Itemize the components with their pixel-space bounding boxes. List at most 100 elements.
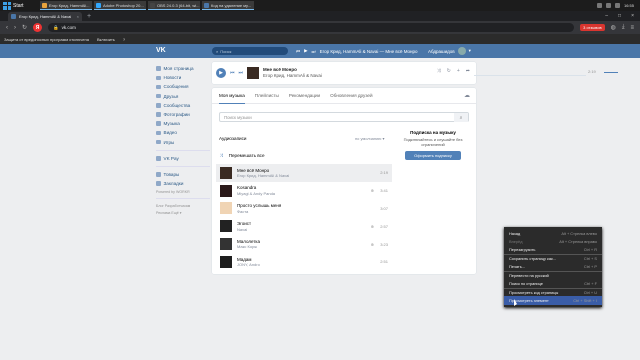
menu-item-shortcut: Ctrl + S [583, 256, 597, 262]
sidebar-item[interactable]: Фотографии [156, 110, 210, 119]
new-tab-button[interactable]: + [87, 13, 91, 20]
footer-links[interactable]: Реклама Ещё ▾ [156, 209, 210, 216]
promo-title: Подписка на музыку [410, 130, 456, 135]
maximize-icon[interactable]: □ [618, 13, 621, 19]
sidebar-item[interactable]: Музыка [156, 119, 210, 128]
context-menu-item[interactable]: Перевести на русский [504, 270, 602, 279]
prev-icon[interactable]: ⏮ [296, 49, 300, 54]
shuffle-icon[interactable]: ⤨ [437, 68, 441, 74]
track-row[interactable]: Kosandra Miyagi & Andy Panda ⊕ 3:41 [216, 182, 392, 200]
context-menu-item[interactable]: Назад Alt + Стрелка влево [504, 229, 602, 237]
next-icon[interactable]: ⏭ [239, 70, 244, 76]
track-row[interactable]: Малолетка Макс Корж ⊕ 3:23 [216, 235, 392, 253]
start-button[interactable]: Start [0, 0, 38, 11]
context-menu-item[interactable]: Просмотреть элемент Ctrl + Shift + I [504, 296, 602, 305]
sidebar-item[interactable]: Сообщества [156, 101, 210, 110]
vk-search-input[interactable]: ⌕ Поиск [212, 47, 288, 55]
sidebar-item-label: Новости [163, 75, 182, 81]
sidebar-item[interactable]: Сообщения [156, 82, 210, 91]
add-icon[interactable]: + [457, 68, 460, 74]
track-artist[interactable]: Фаста [237, 209, 281, 214]
context-menu-item[interactable]: Перезагрузить Ctrl + R [504, 246, 602, 254]
sidebar-item[interactable]: Товары [156, 170, 210, 179]
context-menu-item[interactable]: Просмотреть код страницы Ctrl + U [504, 287, 602, 296]
sidebar-item-label: Видео [163, 130, 177, 136]
taskbar-task[interactable]: OBS 24.0.3 (64-bit, wi... [148, 1, 200, 10]
rating-label: 3 отзывов [580, 24, 605, 31]
share-icon[interactable]: ➦ [466, 68, 470, 74]
close-tab-icon[interactable]: × [77, 14, 79, 19]
volume-slider[interactable] [604, 72, 618, 73]
sort-dropdown[interactable]: по умолчанию ▾ [355, 136, 384, 141]
track-row[interactable]: Просто услышь меня Фаста 3:07 [216, 200, 392, 218]
enable-protection-button[interactable]: Включить [97, 37, 115, 42]
clock[interactable]: 16:55 [624, 3, 634, 8]
tray-icon[interactable] [614, 3, 620, 8]
vk-logo[interactable]: VK [156, 47, 166, 54]
shuffle-all-button[interactable]: ⤨ Перемешать все [219, 150, 265, 160]
footer-links[interactable]: Блог Разработчикам [156, 202, 210, 209]
menu-item-shortcut: Ctrl + U [583, 289, 597, 295]
back-icon[interactable]: ‹ [6, 25, 8, 31]
sidebar-item-icon [156, 112, 161, 117]
promo-text: Подключайтесь и слушайте без ограничений [403, 137, 463, 147]
reload-icon[interactable]: ↻ [22, 24, 27, 31]
search-icon[interactable]: ⌕ [454, 113, 468, 122]
tab-friends-updates[interactable]: Обновления друзей [330, 93, 372, 98]
track-artist[interactable]: Navai [237, 227, 251, 232]
player-artist[interactable]: Егор Крид, HammAli & Navai [263, 73, 322, 79]
sidebar-item[interactable]: Друзья [156, 92, 210, 101]
user-menu[interactable]: Абдрашидов ▾ [428, 47, 471, 55]
play-button[interactable]: ▶ [216, 68, 226, 78]
context-menu-item[interactable]: Вперёд Alt + Стрелка вправо [504, 237, 602, 245]
sidebar-item-label: Друзья [163, 93, 179, 99]
help-icon[interactable]: ? [123, 37, 125, 42]
context-menu-item[interactable]: Поиск по странице Ctrl + F [504, 279, 602, 287]
prev-icon[interactable]: ⏮ [230, 70, 235, 76]
taskbar-task[interactable]: Код на удаление му... [202, 1, 254, 10]
browser-tab-active[interactable]: Егор Крид, HammAli & Navai × [8, 12, 82, 21]
progress-bar[interactable] [474, 75, 586, 76]
subscribe-button[interactable]: Оформить подписку [405, 151, 461, 160]
track-artist[interactable]: Макс Корж [237, 244, 260, 249]
track-row[interactable]: Мне всё Монро Егор Крид, HammAli & Navai 2… [216, 164, 392, 182]
music-search-input[interactable]: Поиск музыки ⌕ [219, 112, 469, 122]
rating-badge[interactable]: 3 отзывов [580, 24, 605, 31]
track-row[interactable]: Мадам JONY, Andro 2:51 [216, 253, 392, 271]
minimize-icon[interactable]: – [605, 13, 608, 19]
next-icon[interactable]: ⏭ [312, 49, 316, 54]
tab-playlists[interactable]: Плейлисты [255, 93, 279, 98]
downloads-icon[interactable]: ⤓ [622, 24, 625, 31]
address-bar[interactable]: 🔒 vk.com [48, 23, 575, 32]
tray-icon[interactable] [596, 3, 602, 8]
sidebar-item[interactable]: Видео [156, 128, 210, 137]
context-menu-item[interactable]: Печать... Ctrl + P [504, 263, 602, 271]
sidebar-item[interactable]: Новости [156, 73, 210, 82]
forward-icon[interactable]: › [14, 25, 16, 31]
divider [156, 165, 210, 167]
play-icon[interactable]: ▶ [304, 48, 307, 54]
track-artist[interactable]: Егор Крид, HammAli & Navai [237, 173, 289, 178]
taskbar-task[interactable]: Егор Крид, HammAli... [40, 1, 92, 10]
track-artist[interactable]: Miyagi & Andy Panda [237, 191, 275, 196]
tray-icon[interactable] [605, 3, 611, 8]
menu-icon[interactable]: ≡ [630, 25, 634, 31]
sidebar-item[interactable]: Игры [156, 138, 210, 147]
extension-icon[interactable]: ◍ [611, 24, 616, 31]
context-menu-item[interactable]: Сохранить страницу как... Ctrl + S [504, 254, 602, 262]
sidebar-item[interactable]: Закладки [156, 179, 210, 188]
track-artist[interactable]: JONY, Andro [237, 262, 260, 267]
tab-my-music[interactable]: Моя музыка [219, 88, 245, 104]
track-row[interactable]: Эгоист Navai ⊕ 2:57 [216, 217, 392, 235]
sidebar-item[interactable]: VK Pay [156, 154, 210, 163]
repeat-icon[interactable]: ↻ [447, 68, 451, 74]
sidebar-item[interactable]: Моя страница [156, 64, 210, 73]
tab-recommendations[interactable]: Рекомендации [289, 93, 320, 98]
lock-icon: 🔒 [53, 24, 59, 30]
header-track[interactable]: Егор Крид, HammAli & Navai — Мне всё Мон… [320, 49, 418, 54]
upload-icon[interactable]: ☁ [464, 92, 470, 99]
sidebar-item-icon [156, 181, 161, 186]
close-window-icon[interactable]: × [631, 13, 634, 19]
taskbar-task[interactable]: Adobe Photoshop 20... [94, 1, 146, 10]
yandex-icon[interactable]: Я [33, 23, 43, 32]
